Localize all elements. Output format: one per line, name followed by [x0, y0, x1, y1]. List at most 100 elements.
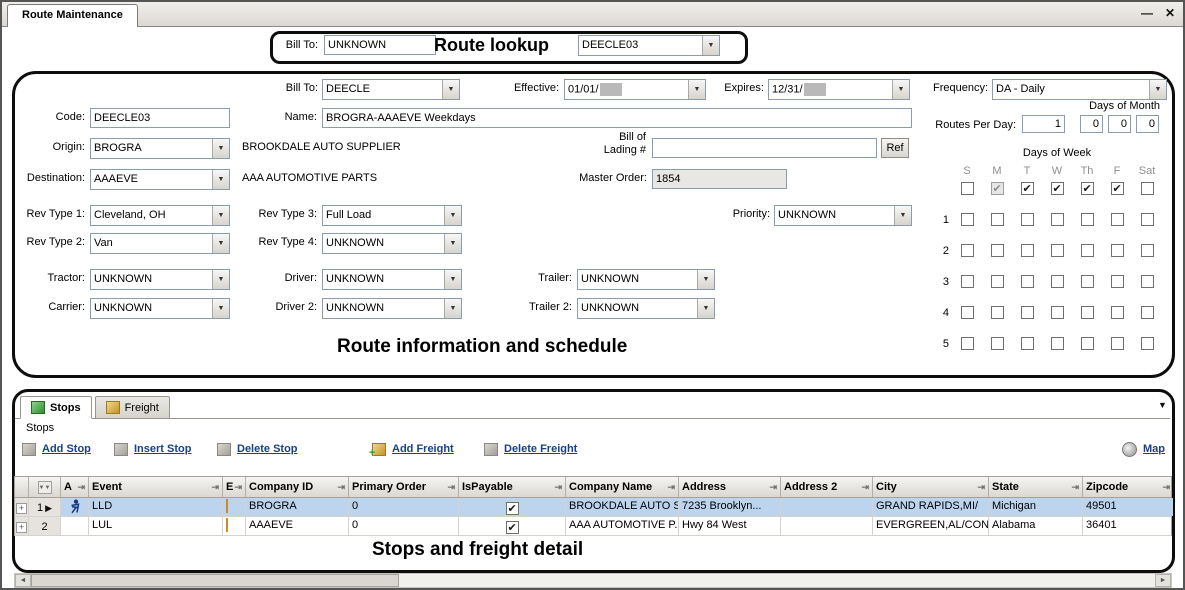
dropdown-arrow-icon[interactable]: ▼ — [212, 170, 229, 189]
week-slot-checkbox[interactable] — [1021, 275, 1034, 288]
column-chooser-button[interactable]: ▼▼ — [29, 477, 61, 497]
week-slot-checkbox[interactable] — [1111, 306, 1124, 319]
scroll-left-icon[interactable]: ◄ — [15, 574, 31, 587]
week-slot-checkbox[interactable] — [991, 213, 1004, 226]
col-header-state[interactable]: State⇥ — [989, 477, 1083, 497]
col-header-event[interactable]: Event⇥ — [89, 477, 223, 497]
scrollbar-thumb[interactable] — [31, 574, 399, 587]
day-of-month-input-3[interactable] — [1136, 115, 1159, 133]
week-slot-checkbox[interactable] — [1141, 275, 1154, 288]
weekday-checkbox[interactable] — [1021, 182, 1034, 195]
frequency-combo[interactable]: DA - Daily ▼ — [992, 79, 1167, 100]
delete-freight-button[interactable]: Delete Freight — [484, 439, 577, 459]
weekday-checkbox[interactable] — [991, 182, 1004, 195]
dropdown-arrow-icon[interactable]: ▼ — [442, 80, 459, 99]
collapse-panel-icon[interactable]: ▼ — [1158, 400, 1167, 410]
row-expander[interactable]: + — [15, 517, 29, 535]
week-slot-checkbox[interactable] — [1021, 306, 1034, 319]
delete-stop-button[interactable]: Delete Stop — [217, 439, 298, 459]
week-slot-checkbox[interactable] — [1051, 337, 1064, 350]
week-slot-checkbox[interactable] — [1081, 244, 1094, 257]
day-of-month-input-2[interactable] — [1108, 115, 1131, 133]
week-slot-checkbox[interactable] — [1081, 213, 1094, 226]
dropdown-arrow-icon[interactable]: ▼ — [697, 270, 714, 289]
row-expander[interactable]: + — [15, 498, 29, 516]
week-slot-checkbox[interactable] — [1081, 275, 1094, 288]
dropdown-arrow-icon[interactable]: ▼ — [697, 299, 714, 318]
week-slot-checkbox[interactable] — [961, 306, 974, 319]
row-selector[interactable]: 1▶ — [29, 498, 61, 516]
dropdown-arrow-icon[interactable]: ▼ — [444, 270, 461, 289]
week-slot-checkbox[interactable] — [1111, 244, 1124, 257]
week-slot-checkbox[interactable] — [991, 306, 1004, 319]
bill-to-combo[interactable]: DEECLE ▼ — [322, 79, 460, 100]
col-header-a[interactable]: A⇥ — [61, 477, 89, 497]
week-slot-checkbox[interactable] — [1141, 337, 1154, 350]
week-slot-checkbox[interactable] — [1021, 337, 1034, 350]
priority-combo[interactable]: UNKNOWN ▼ — [774, 205, 912, 226]
insert-stop-button[interactable]: Insert Stop — [114, 439, 191, 459]
lookup-bill-to-input[interactable] — [324, 35, 436, 55]
week-slot-checkbox[interactable] — [961, 275, 974, 288]
dropdown-arrow-icon[interactable]: ▼ — [1149, 80, 1166, 99]
col-header-company-name[interactable]: Company Name⇥ — [566, 477, 679, 497]
expires-combo[interactable]: 12/31/ ▼ — [768, 79, 910, 100]
col-header-e[interactable]: E⇥ — [223, 477, 246, 497]
week-slot-checkbox[interactable] — [1051, 275, 1064, 288]
trailer-2-combo[interactable]: UNKNOWN ▼ — [577, 298, 715, 319]
tab-route-maintenance[interactable]: Route Maintenance — [7, 4, 138, 27]
tab-stops[interactable]: Stops — [20, 396, 92, 419]
weekday-checkbox[interactable] — [961, 182, 974, 195]
tab-freight[interactable]: Freight — [95, 396, 170, 419]
driver-combo[interactable]: UNKNOWN ▼ — [322, 269, 462, 290]
driver-2-combo[interactable]: UNKNOWN ▼ — [322, 298, 462, 319]
dropdown-arrow-icon[interactable]: ▼ — [212, 206, 229, 225]
col-header-city[interactable]: City⇥ — [873, 477, 989, 497]
weekday-checkbox[interactable] — [1081, 182, 1094, 195]
dropdown-arrow-icon[interactable]: ▼ — [688, 80, 705, 99]
rev-type-3-combo[interactable]: Full Load ▼ — [322, 205, 462, 226]
rev-type-2-combo[interactable]: Van ▼ — [90, 233, 230, 254]
week-slot-checkbox[interactable] — [1081, 306, 1094, 319]
ispayable-checkbox[interactable] — [506, 521, 519, 534]
minimize-icon[interactable]: — — [1141, 6, 1153, 20]
week-slot-checkbox[interactable] — [1051, 213, 1064, 226]
week-slot-checkbox[interactable] — [991, 244, 1004, 257]
dropdown-arrow-icon[interactable]: ▼ — [212, 299, 229, 318]
week-slot-checkbox[interactable] — [1021, 213, 1034, 226]
dropdown-arrow-icon[interactable]: ▼ — [894, 206, 911, 225]
dropdown-arrow-icon[interactable]: ▼ — [892, 80, 909, 99]
week-slot-checkbox[interactable] — [1051, 244, 1064, 257]
day-of-month-input-1[interactable] — [1080, 115, 1103, 133]
week-slot-checkbox[interactable] — [1111, 213, 1124, 226]
week-slot-checkbox[interactable] — [961, 213, 974, 226]
week-slot-checkbox[interactable] — [1021, 244, 1034, 257]
origin-combo[interactable]: BROGRA ▼ — [90, 138, 230, 159]
ispayable-checkbox[interactable] — [506, 502, 519, 515]
col-header-company-id[interactable]: Company ID⇥ — [246, 477, 349, 497]
horizontal-scrollbar[interactable]: ◄ ► — [14, 573, 1172, 588]
week-slot-checkbox[interactable] — [961, 337, 974, 350]
week-slot-checkbox[interactable] — [1111, 337, 1124, 350]
week-slot-checkbox[interactable] — [1141, 244, 1154, 257]
code-input[interactable] — [90, 108, 230, 128]
routes-per-day-input[interactable] — [1022, 115, 1065, 133]
add-freight-button[interactable]: + Add Freight — [372, 439, 454, 459]
week-slot-checkbox[interactable] — [991, 337, 1004, 350]
rev-type-4-combo[interactable]: UNKNOWN ▼ — [322, 233, 462, 254]
col-header-ispayable[interactable]: IsPayable⇥ — [459, 477, 566, 497]
dropdown-arrow-icon[interactable]: ▼ — [212, 270, 229, 289]
col-header-zipcode[interactable]: Zipcode⇥ — [1083, 477, 1173, 497]
map-button[interactable]: Map — [1122, 439, 1165, 459]
ref-button[interactable]: Ref — [881, 138, 909, 158]
dropdown-arrow-icon[interactable]: ▼ — [444, 299, 461, 318]
col-header-primary-order[interactable]: Primary Order⇥ — [349, 477, 459, 497]
weekday-checkbox[interactable] — [1111, 182, 1124, 195]
dropdown-arrow-icon[interactable]: ▼ — [444, 234, 461, 253]
destination-combo[interactable]: AAAEVE ▼ — [90, 169, 230, 190]
close-icon[interactable]: ✕ — [1165, 6, 1175, 20]
scroll-right-icon[interactable]: ► — [1155, 574, 1171, 587]
week-slot-checkbox[interactable] — [961, 244, 974, 257]
col-header-address-2[interactable]: Address 2⇥ — [781, 477, 873, 497]
table-row[interactable]: + 2 LUL AAAEVE 0 AAA AUTOMOTIVE P... Hwy… — [14, 517, 1172, 536]
